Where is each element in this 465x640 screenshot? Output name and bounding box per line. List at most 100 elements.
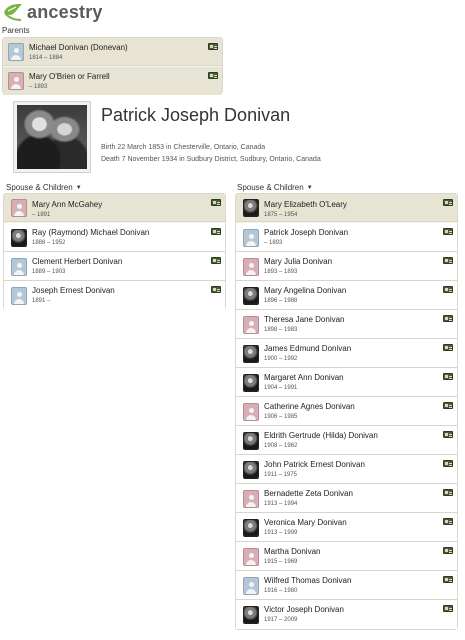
child-row[interactable]: Theresa Jane Donivan 1898 – 1983 — [236, 310, 457, 339]
person-dates: 1900 – 1992 — [264, 356, 298, 362]
person-name[interactable]: Victor Joseph Donivan — [264, 605, 344, 614]
person-male-icon — [11, 258, 27, 276]
person-name[interactable]: Veronica Mary Donivan — [264, 518, 347, 527]
child-row[interactable]: Martha Donivan 1915 – 1969 — [236, 542, 457, 571]
person-name[interactable]: Mary Ann McGahey — [32, 200, 102, 209]
spouse-right-panel: Mary Elizabeth O'Leary 1875 – 1954 Patri… — [235, 193, 458, 630]
child-row[interactable]: Clement Herbert Donivan 1889 – 1903 — [4, 252, 225, 281]
child-row[interactable]: Eldrith Gertrude (Hilda) Donivan 1908 – 1… — [236, 426, 457, 455]
child-row[interactable]: Veronica Mary Donivan 1913 – 1999 — [236, 513, 457, 542]
child-row[interactable]: Wilfred Thomas Donivan 1916 – 1980 — [236, 571, 457, 600]
profile-card-icon[interactable] — [208, 43, 218, 50]
spouse-row[interactable]: Mary Ann McGahey – 1891 — [4, 194, 225, 222]
profile-card-icon[interactable] — [443, 547, 453, 554]
ancestry-logo[interactable]: ancestry — [2, 2, 103, 22]
person-dates: 1913 – 1994 — [264, 501, 298, 507]
child-row[interactable]: John Patrick Ernest Donivan 1911 – 1975 — [236, 455, 457, 484]
leaf-logo-icon — [4, 4, 22, 21]
person-name[interactable]: Patrick Joseph Donivan — [264, 228, 348, 237]
person-dates: 1915 – 1969 — [264, 559, 298, 565]
profile-card-icon[interactable] — [443, 199, 453, 206]
person-male-icon — [243, 577, 259, 595]
person-name[interactable]: Theresa Jane Donivan — [264, 315, 345, 324]
profile-card-icon[interactable] — [443, 257, 453, 264]
person-photo-icon — [243, 345, 259, 363]
profile-card-icon[interactable] — [443, 228, 453, 235]
person-name[interactable]: Mary Angelina Donivan — [264, 286, 346, 295]
spouse-left-panel: Mary Ann McGahey – 1891 Ray (Raymond) Mi… — [3, 193, 226, 310]
child-row[interactable]: Mary Julia Donivan 1893 – 1893 — [236, 252, 457, 281]
profile-card-icon[interactable] — [443, 315, 453, 322]
parent-father-row[interactable]: Michael Donivan (Donevan) 1814 – 1884 — [3, 38, 222, 66]
person-dates: 1917 – 2009 — [264, 617, 298, 623]
person-photo-icon — [243, 374, 259, 392]
person-male-icon — [243, 229, 259, 247]
person-name[interactable]: Ray (Raymond) Michael Donivan — [32, 228, 149, 237]
person-name[interactable]: Bernadette Zeta Donivan — [264, 489, 353, 498]
spouse-left-heading[interactable]: Spouse & Children ▼ — [6, 183, 82, 192]
person-name[interactable]: Mary Julia Donivan — [264, 257, 332, 266]
person-female-icon — [8, 72, 24, 90]
profile-card-icon[interactable] — [211, 286, 221, 293]
child-row[interactable]: Victor Joseph Donivan 1917 – 2009 — [236, 600, 457, 629]
person-name[interactable]: Joseph Ernest Donivan — [32, 286, 115, 295]
spouse-left-label: Spouse & Children — [6, 183, 73, 192]
profile-card-icon[interactable] — [443, 576, 453, 583]
person-dates: 1911 – 1975 — [264, 472, 297, 478]
person-dates: 1891 – — [32, 298, 51, 304]
spouse-right-label: Spouse & Children — [237, 183, 304, 192]
profile-card-icon[interactable] — [443, 402, 453, 409]
person-female-icon — [243, 316, 259, 334]
person-dates: – 1891 — [32, 212, 51, 218]
spouse-row[interactable]: Mary Elizabeth O'Leary 1875 – 1954 — [236, 194, 457, 222]
person-female-icon — [11, 199, 27, 217]
focus-birth: Birth 22 March 1853 in Chesterville, Ont… — [101, 144, 266, 151]
focus-person-name: Patrick Joseph Donivan — [101, 105, 291, 125]
person-dates: 1875 – 1954 — [264, 212, 298, 218]
profile-card-icon[interactable] — [443, 460, 453, 467]
profile-card-icon[interactable] — [443, 605, 453, 612]
spouse-right-heading[interactable]: Spouse & Children ▼ — [237, 183, 313, 192]
profile-card-icon[interactable] — [211, 199, 221, 206]
person-name[interactable]: Catherine Agnes Donivan — [264, 402, 355, 411]
profile-card-icon[interactable] — [443, 373, 453, 380]
person-photo-icon — [243, 432, 259, 450]
parent-mother-row[interactable]: Mary O'Brien or Farrell – 1893 — [3, 67, 222, 95]
person-name[interactable]: Wilfred Thomas Donivan — [264, 576, 351, 585]
person-name[interactable]: Eldrith Gertrude (Hilda) Donivan — [264, 431, 378, 440]
person-female-icon — [243, 548, 259, 566]
person-name[interactable]: Mary O'Brien or Farrell — [29, 72, 110, 81]
child-row[interactable]: Margaret Ann Donivan 1904 – 1991 — [236, 368, 457, 397]
child-row[interactable]: Mary Angelina Donivan 1896 – 1988 — [236, 281, 457, 310]
child-row[interactable]: Patrick Joseph Donivan – 1893 — [236, 223, 457, 252]
person-name[interactable]: Michael Donivan (Donevan) — [29, 43, 128, 52]
person-name[interactable]: Martha Donivan — [264, 547, 320, 556]
profile-card-icon[interactable] — [211, 257, 221, 264]
profile-card-icon[interactable] — [443, 286, 453, 293]
profile-card-icon[interactable] — [443, 431, 453, 438]
person-dates: 1916 – 1980 — [264, 588, 298, 594]
profile-card-icon[interactable] — [208, 72, 218, 79]
child-row[interactable]: James Edmund Donivan 1900 – 1992 — [236, 339, 457, 368]
person-name[interactable]: Clement Herbert Donivan — [32, 257, 122, 266]
person-dates: 1913 – 1999 — [264, 530, 298, 536]
child-row[interactable]: Ray (Raymond) Michael Donivan 1888 – 1952 — [4, 223, 225, 252]
focus-death: Death 7 November 1934 in Sudbury Distric… — [101, 156, 321, 163]
child-row[interactable]: Catherine Agnes Donivan 1906 – 1985 — [236, 397, 457, 426]
person-photo-icon — [11, 229, 27, 247]
person-name[interactable]: James Edmund Donivan — [264, 344, 351, 353]
person-name[interactable]: John Patrick Ernest Donivan — [264, 460, 365, 469]
child-row[interactable]: Bernadette Zeta Donivan 1913 – 1994 — [236, 484, 457, 513]
person-photo-icon — [243, 461, 259, 479]
person-name[interactable]: Mary Elizabeth O'Leary — [264, 200, 347, 209]
person-dates: 1888 – 1952 — [32, 240, 66, 246]
child-row[interactable]: Joseph Ernest Donivan 1891 – — [4, 281, 225, 310]
profile-card-icon[interactable] — [211, 228, 221, 235]
profile-card-icon[interactable] — [443, 518, 453, 525]
profile-card-icon[interactable] — [443, 489, 453, 496]
focus-person-photo[interactable] — [13, 101, 91, 173]
person-dates: 1908 – 1962 — [264, 443, 298, 449]
person-name[interactable]: Margaret Ann Donivan — [264, 373, 344, 382]
parents-label: Parents — [2, 26, 30, 35]
profile-card-icon[interactable] — [443, 344, 453, 351]
